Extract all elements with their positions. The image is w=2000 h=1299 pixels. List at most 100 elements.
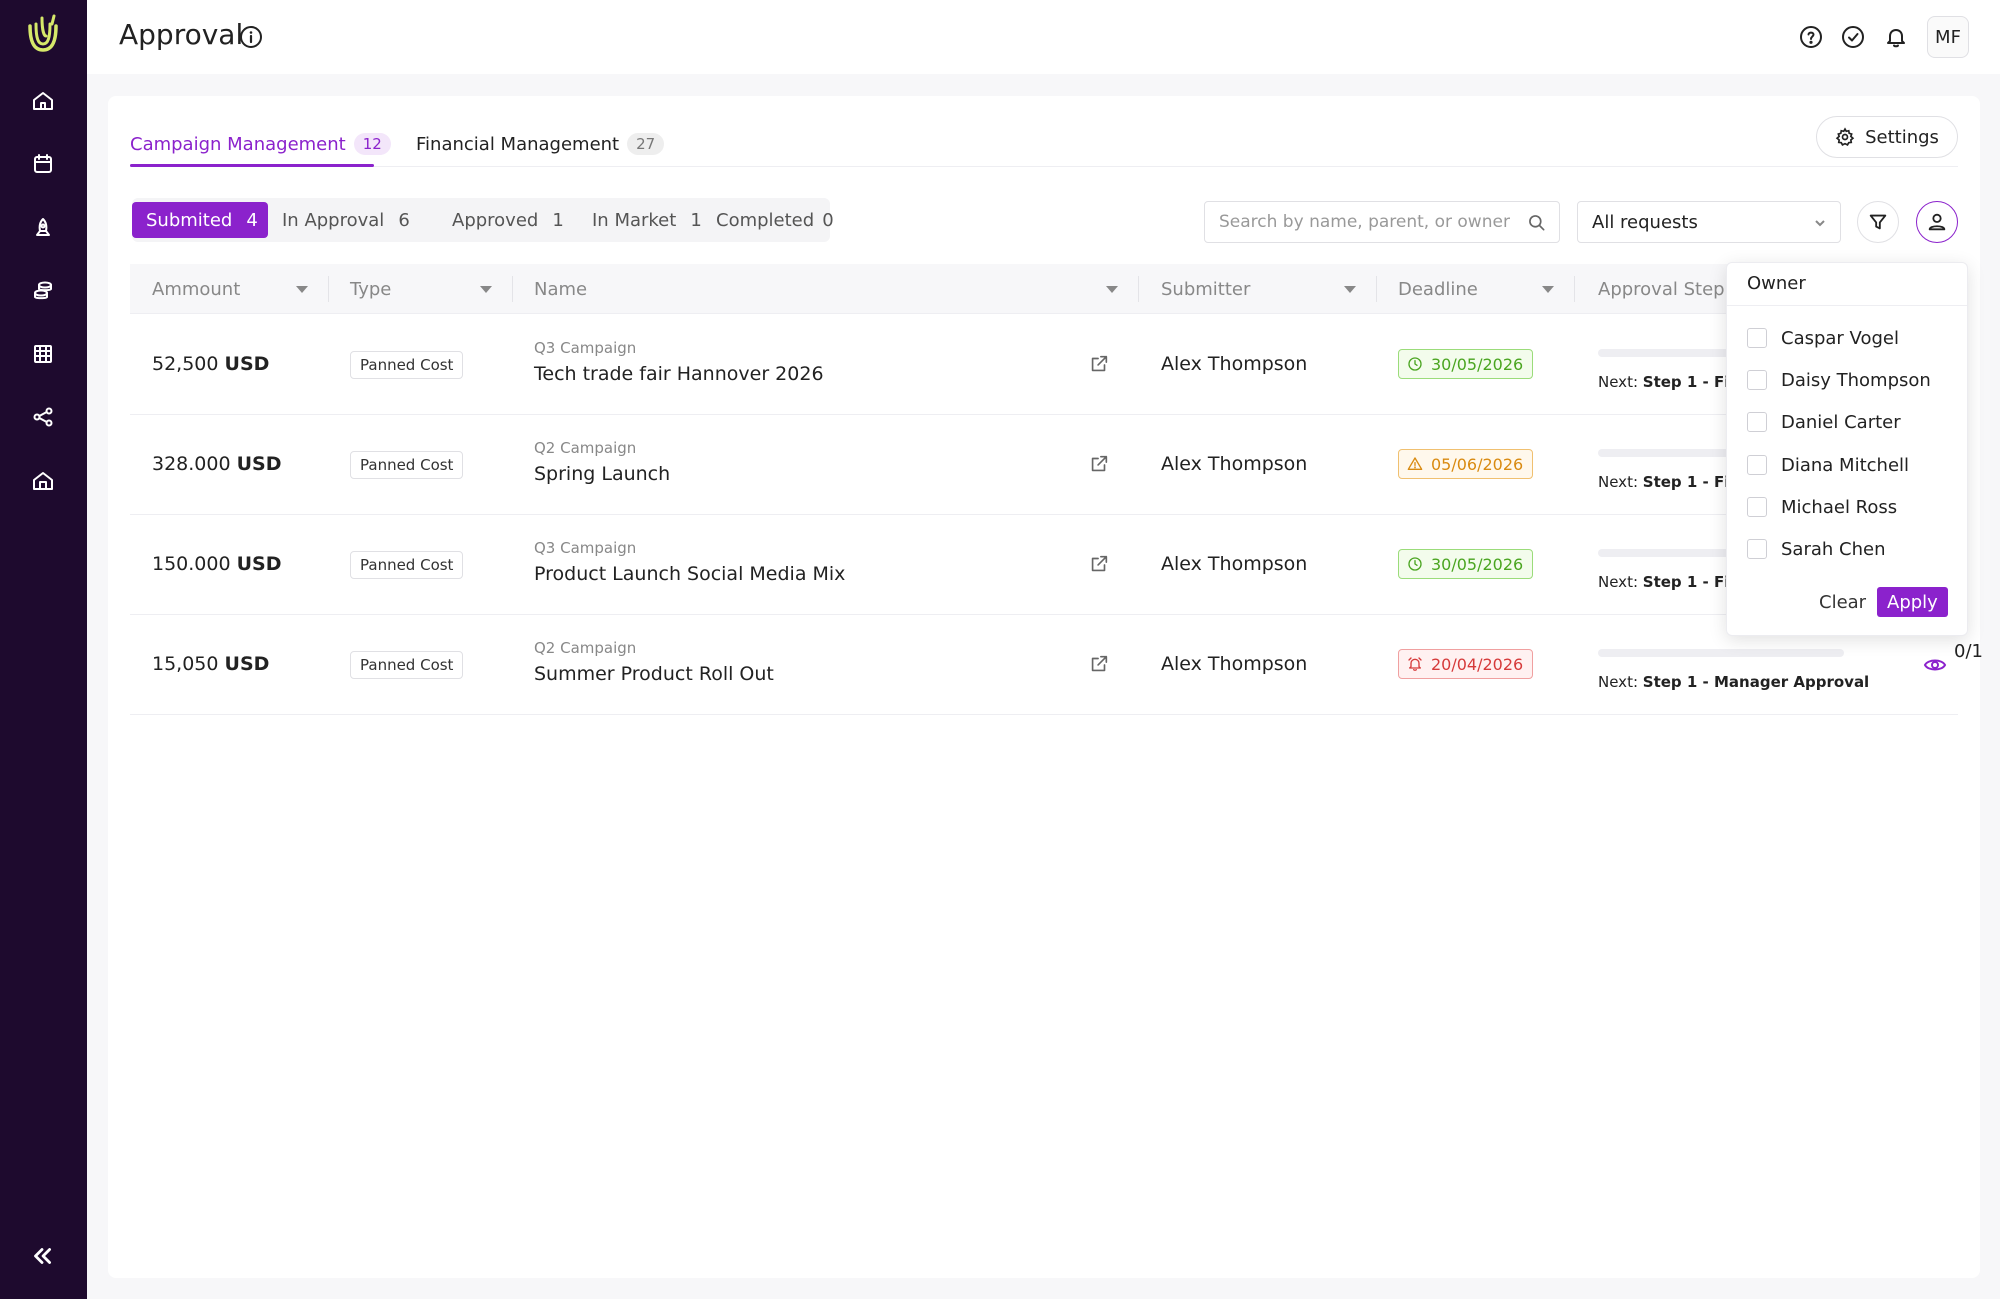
external-link-icon[interactable] (1088, 653, 1110, 675)
external-link-icon[interactable] (1088, 353, 1110, 375)
tab-campaign-management[interactable]: Campaign Management 12 (130, 124, 391, 164)
type-badge: Panned Cost (350, 351, 464, 379)
sort-caret-icon[interactable] (296, 264, 308, 314)
owner-option[interactable]: Daisy Thompson (1747, 365, 1931, 395)
request-name[interactable]: Summer Product Roll Out (534, 663, 774, 685)
tab-financial-management[interactable]: Financial Management 27 (416, 124, 665, 164)
owner-option[interactable]: Michael Ross (1747, 492, 1897, 522)
sort-caret-icon[interactable] (1344, 264, 1356, 314)
status-filter-in-approval[interactable]: In Approval 6 (268, 202, 424, 238)
checkbox[interactable] (1747, 455, 1767, 475)
settings-button[interactable]: Settings (1816, 116, 1958, 158)
status-label: Completed (716, 209, 815, 231)
column-header-name[interactable]: Name (534, 264, 587, 314)
status-filter-in-market[interactable]: In Market 1 (578, 202, 716, 238)
deadline-badge: 20/04/2026 (1398, 649, 1534, 679)
requests-select[interactable]: All requests (1577, 201, 1841, 243)
column-header-submitter[interactable]: Submitter (1161, 264, 1250, 314)
checkbox[interactable] (1747, 370, 1767, 390)
amount-cell: 150.000 USD (152, 553, 282, 575)
workflow-share-icon[interactable] (28, 402, 58, 432)
clear-button[interactable]: Clear (1811, 587, 1874, 617)
table-row[interactable]: 328.000 USD Panned Cost Q2 Campaign Spri… (130, 415, 1958, 515)
column-separator (328, 276, 329, 302)
filter-button[interactable] (1857, 201, 1899, 243)
approve-check-icon[interactable] (1839, 23, 1867, 51)
owner-option[interactable]: Daniel Carter (1747, 407, 1901, 437)
notifications-bell-icon[interactable] (1882, 23, 1910, 51)
column-separator (1376, 276, 1377, 302)
table-row[interactable]: 150.000 USD Panned Cost Q3 Campaign Prod… (130, 515, 1958, 615)
sort-caret-icon[interactable] (1542, 264, 1554, 314)
column-header-label: Type (350, 278, 392, 300)
user-avatar[interactable]: MF (1927, 16, 1969, 58)
search-input[interactable]: Search by name, parent, or owner (1204, 201, 1560, 243)
alarm-bell-icon (1408, 657, 1422, 671)
column-header-type[interactable]: Type (350, 264, 391, 314)
campaign-label: Q3 Campaign (534, 339, 637, 357)
column-header-approval-step[interactable]: Approval Step (1598, 264, 1725, 314)
rocket-icon[interactable] (28, 213, 58, 243)
currency-label: USD (224, 653, 270, 675)
checkbox[interactable] (1747, 497, 1767, 517)
filter-funnel-icon (1869, 214, 1887, 230)
status-filter-submitted[interactable]: Submited 4 (132, 202, 268, 238)
table-row[interactable]: 52,500 USD Panned Cost Q3 Campaign Tech … (130, 315, 1958, 415)
owner-option[interactable]: Caspar Vogel (1747, 323, 1899, 353)
request-name[interactable]: Spring Launch (534, 463, 670, 485)
help-icon[interactable] (1797, 23, 1825, 51)
submitter-name: Alex Thompson (1161, 353, 1308, 375)
store-home-icon[interactable] (28, 466, 58, 496)
external-link-icon[interactable] (1088, 453, 1110, 475)
currency-label: USD (236, 453, 282, 475)
status-filter-completed[interactable]: Completed 0 (702, 202, 848, 238)
budget-coins-icon[interactable] (28, 276, 58, 306)
search-placeholder: Search by name, parent, or owner (1219, 212, 1510, 232)
status-count: 0 (822, 209, 834, 231)
status-label: In Approval (282, 209, 385, 231)
request-name[interactable]: Product Launch Social Media Mix (534, 563, 845, 585)
info-icon[interactable] (239, 25, 263, 49)
sort-caret-icon[interactable] (480, 264, 492, 314)
column-header-deadline[interactable]: Deadline (1398, 264, 1478, 314)
search-icon (1529, 215, 1545, 231)
owner-filter-button[interactable] (1916, 201, 1958, 243)
tab-count-badge: 12 (353, 133, 391, 155)
home-icon[interactable] (28, 86, 58, 116)
owner-option[interactable]: Sarah Chen (1747, 534, 1885, 564)
next-step-name: Step 1 - Manager Approval (1642, 673, 1870, 691)
status-count: 1 (690, 209, 702, 231)
column-header-amount[interactable]: Ammount (152, 264, 240, 314)
view-eye-icon[interactable] (1923, 653, 1947, 677)
tab-divider (130, 166, 1958, 167)
column-separator (1138, 276, 1139, 302)
status-filter-approved[interactable]: Approved 1 (438, 202, 578, 238)
campaign-label: Q3 Campaign (534, 539, 637, 557)
request-name[interactable]: Tech trade fair Hannover 2026 (534, 363, 824, 385)
status-count: 6 (398, 209, 410, 231)
checkbox[interactable] (1747, 539, 1767, 559)
amount-cell: 328.000 USD (152, 453, 282, 475)
deadline-date: 30/05/2026 (1431, 554, 1524, 574)
deadline-badge: 05/06/2026 (1398, 449, 1534, 479)
collapse-sidebar-icon[interactable] (26, 1240, 58, 1272)
table-grid-icon[interactable] (28, 339, 58, 369)
checkbox[interactable] (1747, 412, 1767, 432)
checkbox[interactable] (1747, 328, 1767, 348)
column-separator (1574, 276, 1575, 302)
calendar-icon[interactable] (28, 149, 58, 179)
apply-button[interactable]: Apply (1877, 587, 1948, 617)
sort-caret-icon[interactable] (1106, 264, 1118, 314)
column-separator (512, 276, 513, 302)
table-row[interactable]: 15,050 USD Panned Cost Q2 Campaign Summe… (130, 615, 1983, 715)
approval-progress-count: 0/1 (1954, 641, 1983, 662)
campaign-label: Q2 Campaign (534, 439, 637, 457)
status-count: 1 (552, 209, 564, 231)
owner-option[interactable]: Diana Mitchell (1747, 450, 1909, 480)
clock-icon (1408, 357, 1422, 371)
app-logo-icon[interactable] (22, 12, 64, 56)
type-badge: Panned Cost (350, 451, 464, 479)
submitter-name: Alex Thompson (1161, 653, 1308, 675)
external-link-icon[interactable] (1088, 553, 1110, 575)
main-card: Campaign Management 12 Financial Managem… (108, 96, 1983, 1278)
